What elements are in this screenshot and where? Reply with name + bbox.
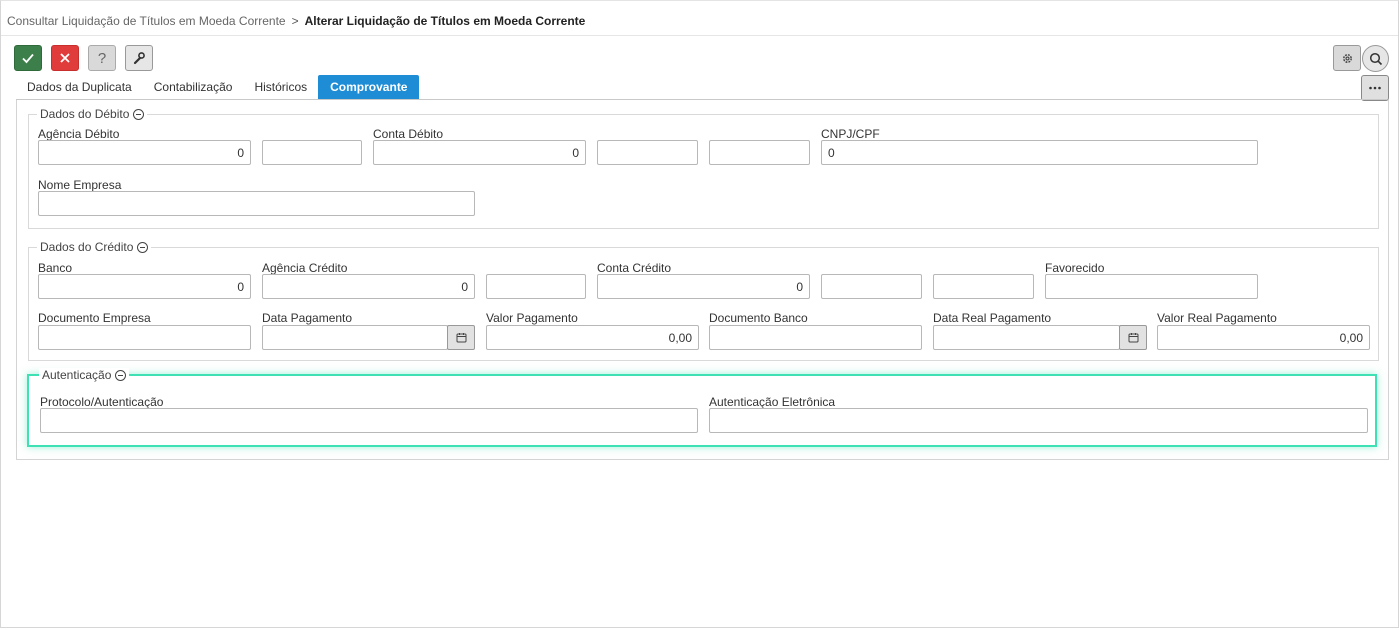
agencia-debito-input[interactable] [38,140,251,165]
cancel-button[interactable] [51,45,79,71]
protocolo-autenticacao-input[interactable] [40,408,698,433]
gear-icon [1342,53,1352,63]
breadcrumb-parent[interactable]: Consultar Liquidação de Títulos em Moeda… [7,14,286,28]
tools-button[interactable] [125,45,153,71]
confirm-button[interactable] [14,45,42,71]
banco-label: Banco [38,261,73,275]
nome-empresa-label: Nome Empresa [38,178,122,192]
agencia-debito-label: Agência Débito [38,127,120,141]
nome-empresa-input[interactable] [38,191,475,216]
more-horizontal-icon [1369,86,1381,90]
valor-real-pagamento-label: Valor Real Pagamento [1157,311,1277,325]
breadcrumb-current: Alterar Liquidação de Títulos em Moeda C… [304,14,586,28]
calendar-icon [1128,333,1138,343]
conta-debito-extra-input[interactable] [709,140,810,165]
data-pagamento-calendar-button[interactable] [447,325,475,350]
more-options-button[interactable] [1361,75,1389,101]
conta-debito-input[interactable] [373,140,586,165]
autenticacao-eletronica-label: Autenticação Eletrônica [709,395,836,409]
check-icon [22,53,34,64]
data-real-pagamento-calendar-button[interactable] [1119,325,1147,350]
conta-credito-label: Conta Crédito [597,261,672,275]
calendar-icon [456,333,466,343]
conta-credito-input[interactable] [597,274,810,299]
data-pagamento-input[interactable] [262,325,448,350]
favorecido-label: Favorecido [1045,261,1105,275]
fieldset-legend-autenticacao: Autenticação [39,368,130,382]
tab-contabilizacao[interactable]: Contabilização [143,75,244,100]
protocolo-autenticacao-label: Protocolo/Autenticação [40,395,164,409]
agencia-credito-label: Agência Crédito [262,261,348,275]
close-icon [60,53,70,63]
conta-debito-dv-input[interactable] [597,140,698,165]
app-frame: Consultar Liquidação de Títulos em Moeda… [0,0,1399,628]
conta-credito-dv-input[interactable] [821,274,922,299]
settings-button[interactable] [1333,45,1361,71]
data-pagamento-label: Data Pagamento [262,311,353,325]
wrench-icon [133,52,145,65]
breadcrumb-separator: > [291,14,299,28]
collapse-icon[interactable] [115,369,127,381]
cnpj-cpf-input[interactable] [821,140,1258,165]
cnpj-cpf-label: CNPJ/CPF [821,127,880,141]
agencia-credito-input[interactable] [262,274,475,299]
help-label: ? [97,49,107,67]
legend-text: Dados do Débito [40,107,130,121]
banco-input[interactable] [38,274,251,299]
tab-comprovante[interactable]: Comprovante [318,75,420,100]
agencia-credito-dv-input[interactable] [486,274,586,299]
conta-debito-label: Conta Débito [373,127,444,141]
search-icon [1369,52,1382,65]
collapse-icon[interactable] [133,108,145,120]
documento-empresa-label: Documento Empresa [38,311,151,325]
header-divider [1,35,1398,36]
search-button[interactable] [1362,45,1389,72]
tab-historicos[interactable]: Históricos [243,75,318,100]
valor-pagamento-label: Valor Pagamento [486,311,578,325]
breadcrumb: Consultar Liquidação de Títulos em Moeda… [7,14,585,28]
fieldset-legend-debito: Dados do Débito [37,107,148,121]
favorecido-input[interactable] [1045,274,1258,299]
autenticacao-eletronica-input[interactable] [709,408,1368,433]
conta-credito-extra-input[interactable] [933,274,1034,299]
legend-text: Dados do Crédito [40,240,134,254]
help-button[interactable]: ? [88,45,116,71]
tab-dados-da-duplicata[interactable]: Dados da Duplicata [16,75,143,100]
tab-bar: Dados da Duplicata Contabilização Histór… [16,75,420,100]
data-real-pagamento-input[interactable] [933,325,1120,350]
collapse-icon[interactable] [137,241,149,253]
agencia-debito-dv-input[interactable] [262,140,362,165]
valor-real-pagamento-input[interactable] [1157,325,1370,350]
data-real-pagamento-label: Data Real Pagamento [933,311,1052,325]
documento-empresa-input[interactable] [38,325,251,350]
fieldset-legend-credito: Dados do Crédito [37,240,152,254]
valor-pagamento-input[interactable] [486,325,699,350]
documento-banco-label: Documento Banco [709,311,808,325]
documento-banco-input[interactable] [709,325,922,350]
legend-text: Autenticação [42,368,112,382]
